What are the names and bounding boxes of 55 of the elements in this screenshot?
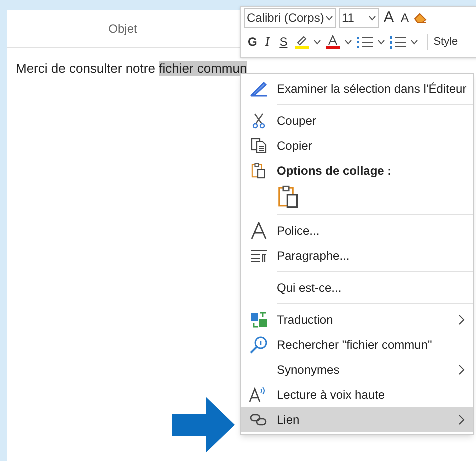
caret-icon xyxy=(369,16,376,20)
menu-item[interactable]: Copier xyxy=(241,133,473,158)
menu-item-label: Police... xyxy=(277,222,320,240)
paste-option-button[interactable] xyxy=(278,185,300,209)
bullet-list-icon xyxy=(356,36,373,48)
menu-item[interactable]: Paragraphe... xyxy=(241,243,473,268)
caret-icon xyxy=(314,40,321,44)
arrow-icon xyxy=(172,397,236,453)
caret-icon xyxy=(378,40,385,44)
highlighter-icon xyxy=(294,35,309,49)
grow-font-button[interactable]: A xyxy=(382,6,396,30)
search-icon xyxy=(250,336,268,354)
menu-item[interactable]: Lien xyxy=(241,407,473,432)
font-icon xyxy=(251,222,267,240)
styles-button[interactable]: Style xyxy=(426,34,458,50)
font-name-field[interactable]: Calibri (Corps) xyxy=(244,8,336,28)
copy-icon xyxy=(251,138,267,154)
caret-icon xyxy=(410,40,418,44)
menu-item[interactable]: Lecture à voix haute xyxy=(241,382,473,407)
shrink-font-button[interactable]: A xyxy=(399,9,412,27)
paragraph-icon xyxy=(250,248,268,262)
menu-item-label: Traduction xyxy=(277,312,334,328)
menu-item[interactable]: Police... xyxy=(241,218,473,243)
font-color-icon xyxy=(326,35,340,49)
menu-item[interactable]: Rechercher "fichier commun" xyxy=(241,332,473,357)
subject-label: Objet xyxy=(108,20,138,38)
menu-item[interactable]: Couper xyxy=(241,108,473,133)
menu-item[interactable]: Traduction xyxy=(241,307,473,332)
eraser-icon xyxy=(414,12,428,24)
menu-item[interactable]: Synonymes xyxy=(241,357,473,382)
menu-item-label: Examiner la sélection dans l'Éditeur xyxy=(277,80,467,98)
pen-icon xyxy=(250,80,268,96)
link-icon xyxy=(250,414,268,426)
caret-icon xyxy=(344,40,352,44)
menu-item-label: Rechercher "fichier commun" xyxy=(277,336,432,354)
scissors-icon xyxy=(252,112,266,128)
translate-icon xyxy=(250,310,268,328)
menu-section-header: Options de collage : xyxy=(277,162,392,180)
underline-button[interactable]: S xyxy=(278,33,290,51)
menu-item-label: Couper xyxy=(277,112,316,130)
font-size-field[interactable]: 11 xyxy=(339,8,379,28)
menu-item-label: Synonymes xyxy=(277,362,340,378)
bold-button[interactable]: G xyxy=(248,33,258,51)
menu-item-label: Lien xyxy=(277,412,300,428)
clipboard-icon xyxy=(251,162,267,178)
menu-item[interactable]: Qui est-ce... xyxy=(241,275,473,300)
menu-item-label: Qui est-ce... xyxy=(277,280,342,296)
menu-item-label: Paragraphe... xyxy=(277,248,350,264)
menu-item-label: Copier xyxy=(277,138,312,154)
numbered-list-icon xyxy=(390,36,406,48)
clipboard-icon xyxy=(278,185,300,209)
menu-item[interactable]: Examiner la sélection dans l'Éditeur xyxy=(241,76,473,101)
menu-item-label: Lecture à voix haute xyxy=(277,386,386,404)
italic-button[interactable]: I xyxy=(262,32,273,52)
caret-icon xyxy=(326,16,333,20)
